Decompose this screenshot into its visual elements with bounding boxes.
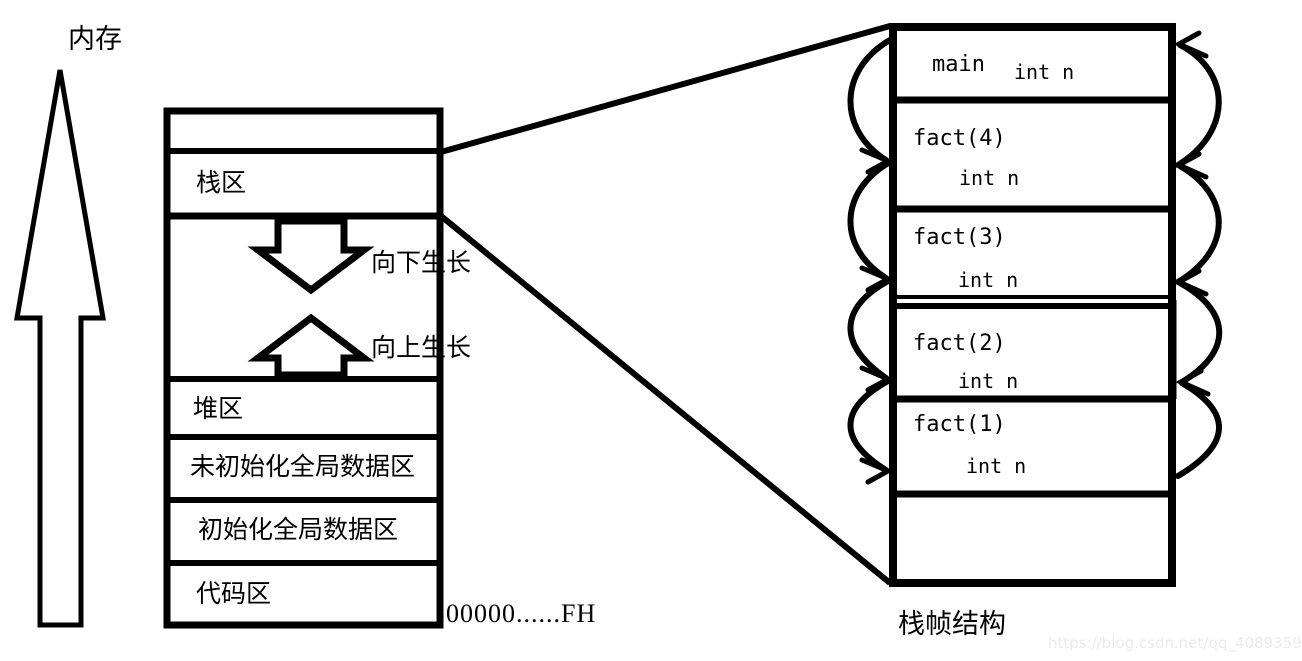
frame-title-main: main	[932, 52, 985, 77]
call-arrowheads-group	[859, 147, 894, 485]
call-arrow-fact3-to-fact2	[847, 277, 893, 381]
region-label-stack-area: 栈区	[196, 168, 247, 197]
diagram-vector-layer	[14, 23, 1223, 629]
diagram-canvas: 内存 栈区 向下生长 向上生长 堆区 未初始化全局数据区 初始化全局数据区 代码…	[0, 0, 1302, 661]
frame-title-fact2: fact(2)	[913, 331, 1006, 356]
frame-var-fact3: int n	[958, 268, 1019, 292]
frame-title-fact4: fact(4)	[913, 126, 1006, 151]
memory-title-label: 内存	[68, 24, 122, 55]
frame-var-fact4: int n	[959, 166, 1020, 190]
call-arrowhead-4	[859, 457, 894, 485]
region-label-code-area: 代码区	[196, 579, 272, 608]
frame-var-fact2: int n	[958, 369, 1019, 393]
return-arrows-group	[1175, 42, 1223, 479]
grow-up-label: 向上生长	[371, 333, 472, 362]
zoom-connector-bottom	[439, 213, 892, 586]
stack-frame-caption: 栈帧结构	[898, 609, 1006, 640]
frame-title-fact1: fact(1)	[913, 412, 1006, 437]
call-arrow-fact2-to-fact1	[847, 377, 893, 473]
region-label-heap-area: 堆区	[193, 394, 244, 423]
return-arrowhead-4	[1175, 368, 1211, 397]
zoom-connector-top	[440, 23, 891, 155]
return-arrow-fact1-to-fact2	[1175, 380, 1222, 479]
address-range-label: 00000......FH	[446, 599, 597, 628]
frame-title-fact3: fact(3)	[913, 225, 1006, 250]
grow-down-label: 向下生长	[371, 248, 472, 277]
return-arrowhead-1	[1173, 30, 1209, 59]
region-label-initialized-global-data: 初始化全局数据区	[198, 515, 399, 544]
call-arrow-fact4-to-fact3	[847, 159, 893, 281]
frame-var-fact1: int n	[966, 454, 1027, 478]
return-arrowhead-3	[1173, 268, 1209, 297]
return-arrow-fact2-to-fact3	[1177, 280, 1223, 385]
watermark-label: https://blog.csdn.net/qq_40893595	[1048, 634, 1302, 652]
call-arrow-main-to-fact4	[847, 37, 893, 163]
region-label-uninitialized-global-data: 未初始化全局数据区	[190, 452, 416, 481]
memory-direction-arrow-icon	[14, 69, 106, 628]
return-arrowheads-group	[1173, 30, 1211, 397]
return-arrowhead-2	[1173, 151, 1209, 180]
frame-var-main: int n	[1014, 60, 1075, 84]
call-arrows-group	[847, 37, 893, 473]
return-arrow-fact4-to-main	[1175, 42, 1222, 168]
return-arrow-fact3-to-fact4	[1175, 163, 1222, 285]
